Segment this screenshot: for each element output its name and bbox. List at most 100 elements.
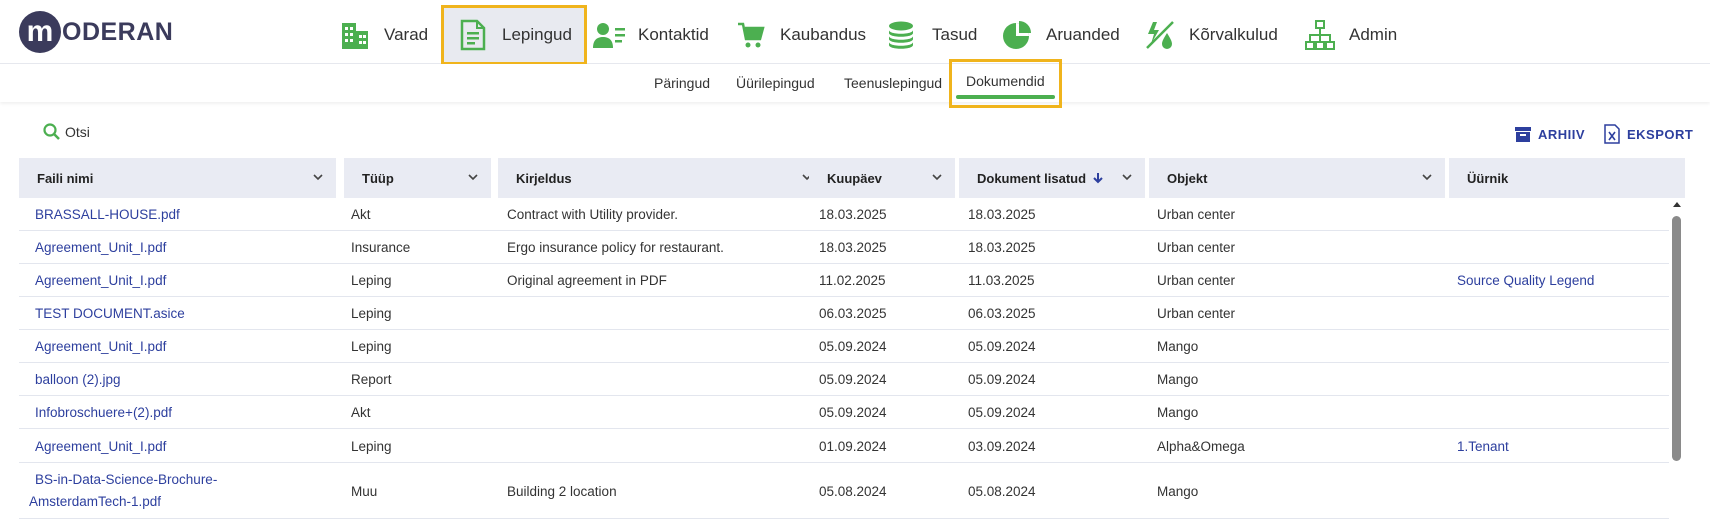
type-cell: Insurance: [351, 240, 411, 255]
nav-item-lepingud[interactable]: Lepingud: [441, 5, 587, 65]
date-cell: 01.09.2024: [819, 438, 887, 454]
table-header: Faili nimi Tüüp Kirjeldus Kuupäev Dokume…: [19, 158, 1685, 198]
date-cell: 05.09.2024: [819, 339, 887, 354]
archive-button[interactable]: ARHIIV: [1513, 124, 1585, 144]
nav-label: Kõrvalkulud: [1189, 25, 1278, 44]
type-cell: Leping: [351, 339, 392, 354]
column-label: Üürnik: [1467, 170, 1509, 186]
building-icon: [338, 18, 372, 52]
date-cell: 18.03.2025: [819, 207, 887, 222]
scrollbar-thumb[interactable]: [1672, 216, 1681, 461]
description-cell: Building 2 location: [507, 483, 617, 499]
export-button[interactable]: EKSPORT: [1602, 124, 1693, 144]
added-date-cell: 03.09.2024: [968, 438, 1036, 454]
archive-box-icon: [1513, 124, 1533, 144]
chevron-down-icon[interactable]: [1421, 171, 1433, 183]
file-name-link[interactable]: Agreement_Unit_I.pdf: [35, 264, 166, 297]
file-name-link[interactable]: BS-in-Data-Science-Brochure- AmsterdamTe…: [29, 469, 217, 513]
table-row[interactable]: Infobroschuere+(2).pdf Akt 05.09.2024 05…: [19, 396, 1669, 429]
nav-label: Varad: [384, 25, 429, 44]
table-row[interactable]: Agreement_Unit_I.pdf Insurance Ergo insu…: [19, 231, 1669, 264]
column-header-kuupaev[interactable]: Kuupäev: [809, 158, 955, 198]
type-cell: Leping: [351, 438, 392, 454]
type-cell: Leping: [351, 306, 392, 321]
search-label: Otsi: [65, 124, 90, 140]
table-row[interactable]: Agreement_Unit_I.pdf Leping 05.09.2024 0…: [19, 330, 1669, 363]
column-label: Kuupäev: [827, 170, 882, 186]
object-cell: Mango: [1157, 405, 1199, 420]
file-name-link[interactable]: TEST DOCUMENT.asice: [35, 297, 185, 330]
column-header-tuup[interactable]: Tüüp: [344, 158, 491, 198]
nav-item-admin[interactable]: Admin: [1303, 6, 1397, 64]
subnav-label: Dokumendid: [966, 73, 1045, 89]
nav-item-tasud[interactable]: Tasud: [886, 6, 977, 64]
export-label: EKSPORT: [1627, 126, 1694, 142]
file-name-line: AmsterdamTech-1.pdf: [29, 494, 162, 509]
chevron-down-icon[interactable]: [467, 171, 479, 183]
column-label: Objekt: [1167, 170, 1208, 186]
object-cell: Mango: [1157, 339, 1199, 354]
table-row[interactable]: Agreement_Unit_I.pdf Leping Original agr…: [19, 264, 1669, 297]
tenant-link[interactable]: 1.Tenant: [1457, 429, 1509, 463]
table-row[interactable]: BS-in-Data-Science-Brochure- AmsterdamTe…: [19, 463, 1669, 519]
description-cell: Ergo insurance policy for restaurant.: [507, 240, 724, 255]
subnav-item-paringud[interactable]: Päringud: [654, 64, 710, 102]
nav-item-kaubandus[interactable]: Kaubandus: [734, 6, 866, 64]
table-row[interactable]: TEST DOCUMENT.asice Leping 06.03.2025 06…: [19, 297, 1669, 330]
nav-label: Admin: [1349, 25, 1398, 44]
file-name-link[interactable]: Agreement_Unit_I.pdf: [35, 231, 166, 264]
date-cell: 06.03.2025: [819, 306, 887, 321]
date-cell: 05.09.2024: [819, 405, 887, 420]
object-cell: Urban center: [1157, 273, 1236, 288]
file-name-link[interactable]: Agreement_Unit_I.pdf: [35, 429, 166, 463]
chevron-down-icon[interactable]: [312, 171, 324, 183]
search-button[interactable]: Otsi: [42, 122, 90, 142]
sort-descending-icon[interactable]: [1091, 171, 1105, 185]
subnav-item-teenuslepingud[interactable]: Teenuslepingud: [844, 64, 942, 102]
nav-label: Kaubandus: [780, 25, 867, 44]
search-icon: [42, 122, 62, 142]
nav-label: Tasud: [932, 25, 978, 44]
description-cell: Contract with Utility provider.: [507, 207, 679, 222]
contacts-icon: [592, 18, 626, 52]
file-name-line: BS-in-Data-Science-Brochure-: [35, 472, 218, 487]
object-cell: Urban center: [1157, 207, 1236, 222]
subnav-item-dokumendid[interactable]: Dokumendid: [949, 59, 1062, 108]
file-name-link[interactable]: Agreement_Unit_I.pdf: [35, 330, 166, 363]
column-header-kirjeldus[interactable]: Kirjeldus: [498, 158, 825, 198]
nav-item-korvalkulud[interactable]: Kõrvalkulud: [1143, 6, 1278, 64]
nav-item-aruanded[interactable]: Aruanded: [1000, 6, 1120, 64]
added-date-cell: 06.03.2025: [968, 306, 1036, 321]
moderan-logo[interactable]: m ODERAN: [19, 11, 173, 53]
table-scrollbar[interactable]: [1672, 200, 1682, 529]
table-row[interactable]: BRASSALL-HOUSE.pdf Akt Contract with Uti…: [19, 198, 1669, 231]
subnav-item-uurilepingud[interactable]: Üürilepingud: [736, 64, 815, 102]
added-date-cell: 18.03.2025: [968, 207, 1036, 222]
column-label: Dokument lisatud: [977, 170, 1087, 186]
sub-navigation: Päringud Üürilepingud Teenuslepingud Dok…: [0, 59, 1710, 108]
file-name-link[interactable]: BRASSALL-HOUSE.pdf: [35, 198, 180, 231]
nav-item-kontaktid[interactable]: Kontaktid: [592, 6, 709, 64]
column-header-dokument-lisatud[interactable]: Dokument lisatud: [959, 158, 1145, 198]
file-name-link[interactable]: balloon (2).jpg: [35, 363, 121, 396]
file-name-link[interactable]: Infobroschuere+(2).pdf: [35, 396, 172, 429]
chevron-down-icon[interactable]: [1121, 171, 1133, 183]
column-label: Kirjeldus: [516, 170, 572, 186]
column-label: Tüüp: [362, 170, 394, 186]
nav-label: Lepingud: [502, 25, 572, 44]
scroll-up-arrow-icon[interactable]: [1673, 202, 1681, 207]
tenant-link[interactable]: Source Quality Legend: [1457, 264, 1594, 297]
chevron-down-icon[interactable]: [931, 171, 943, 183]
utility-icon: [1143, 18, 1177, 52]
date-cell: 05.09.2024: [819, 372, 887, 387]
type-cell: Leping: [351, 273, 392, 288]
table-row[interactable]: Agreement_Unit_I.pdf Leping 01.09.2024 0…: [19, 429, 1669, 463]
nav-item-varad[interactable]: Varad: [338, 6, 428, 64]
object-cell: Mango: [1157, 483, 1199, 499]
table-row[interactable]: balloon (2).jpg Report 05.09.2024 05.09.…: [19, 363, 1669, 396]
type-cell: Muu: [351, 483, 378, 499]
column-header-objekt[interactable]: Objekt: [1149, 158, 1445, 198]
object-cell: Mango: [1157, 372, 1199, 387]
column-header-faili-nimi[interactable]: Faili nimi: [19, 158, 336, 198]
column-header-uurnik[interactable]: Üürnik: [1449, 158, 1685, 198]
